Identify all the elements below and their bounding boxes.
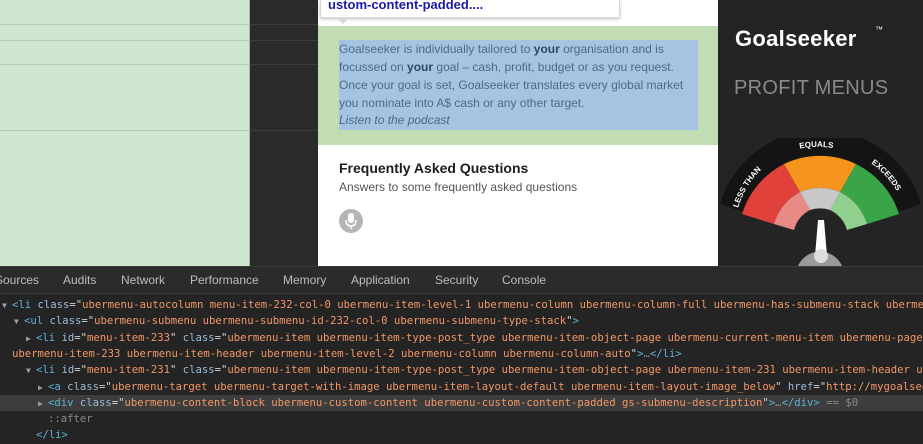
dom-token-pln: =" <box>99 380 112 393</box>
dom-token-attr: id <box>61 331 75 344</box>
dom-token-tag: <a <box>48 380 68 393</box>
inspector-tooltip-text: ustom-content-padded.... <box>328 0 484 12</box>
tab-memory[interactable]: Memory <box>283 273 326 287</box>
dom-token-val: menu-item-233 <box>87 331 170 344</box>
dom-token-tag: <li <box>12 299 38 311</box>
dom-token-val: menu-item-231 <box>87 364 170 377</box>
dom-token-dim: ::after <box>48 413 93 426</box>
dom-node-row[interactable]: ▶ <li id="menu-item-233" class="ubermenu-… <box>0 330 923 346</box>
dom-token-attr: id <box>61 364 75 377</box>
tab-performance[interactable]: Performance <box>190 273 259 287</box>
devtools-panel: Sources Audits Network Performance Memory App… <box>0 266 923 444</box>
dom-token-pln: =" <box>81 315 95 328</box>
inspector-tooltip-arrow <box>336 17 350 24</box>
dom-token-tag: > <box>572 315 579 328</box>
expand-triangle-icon[interactable]: ▶ <box>38 380 48 395</box>
brand-subtitle: PROFIT MENUS <box>734 77 889 99</box>
dom-token-pln: =" <box>69 299 83 311</box>
dark-gridline <box>251 130 318 131</box>
dom-token-pln: =" <box>111 396 125 409</box>
tab-audits[interactable]: Audits <box>63 273 96 287</box>
screen: Goalseeker is individually tailored to y… <box>0 0 923 444</box>
dom-node-row[interactable]: ▼ <li class="ubermenu-autocolumn menu-ite… <box>0 297 923 313</box>
tab-application[interactable]: Application <box>351 273 410 287</box>
dom-token-val: ubermenu-item ubermenu-item-type-post_ty… <box>227 364 923 377</box>
collapse-triangle-icon[interactable]: ▼ <box>26 363 36 378</box>
dom-token-dim: == $0 <box>819 396 859 409</box>
dark-gridline <box>251 64 318 65</box>
dom-token-val: ubermenu-item ubermenu-item-type-post_ty… <box>227 331 923 344</box>
left-content-panel <box>0 0 250 266</box>
dom-token-val: ubermenu-target ubermenu-target-with-ima… <box>111 380 776 393</box>
left-gridline <box>0 24 250 25</box>
dom-node-row[interactable]: ::after <box>0 411 923 427</box>
dom-token-tag: </li> <box>36 429 68 442</box>
microphone-icon <box>339 209 363 233</box>
dom-token-attr: class <box>67 380 100 393</box>
dom-token-pln: " <box>169 331 183 344</box>
dom-node-row[interactable]: ▶ <a class="ubermenu-target ubermenu-targ… <box>0 379 923 395</box>
elements-dom-tree: ▼ <li class="ubermenu-autocolumn menu-ite… <box>0 295 923 444</box>
podcast-link[interactable]: Listen to the podcast <box>339 113 450 127</box>
dom-token-pln: =" <box>74 364 88 377</box>
left-gridline <box>0 130 250 131</box>
dom-token-pln: =" <box>214 364 228 377</box>
trademark-symbol: ™ <box>875 25 883 34</box>
tab-sources[interactable]: Sources <box>0 273 39 287</box>
dom-token-attr: class <box>37 299 70 311</box>
dom-token-attr: class <box>49 315 82 328</box>
dom-token-val: ubermenu-autocolumn menu-item-232-col-0 … <box>82 299 923 311</box>
dom-token-pln: =" <box>74 331 88 344</box>
dom-node-row[interactable]: ▼ <li id="menu-item-231" class="ubermenu-… <box>0 362 923 378</box>
dom-token-attr: class <box>182 364 215 377</box>
left-gridline <box>0 40 250 41</box>
gauge-icon: LESS THAN EQUALS EXCEEDS <box>720 138 921 266</box>
dom-token-val: ubermenu-submenu ubermenu-submenu-id-232… <box>94 315 567 328</box>
dom-token-pln: " <box>775 380 788 393</box>
brand-logo-text: Goalseeker <box>735 26 857 51</box>
dom-token-attr: class <box>182 331 215 344</box>
left-gridline <box>0 64 250 65</box>
dom-token-tag: <ul <box>24 315 50 328</box>
dom-token-pln: =" <box>214 331 228 344</box>
devtools-tab-bar: Sources Audits Network Performance Memory App… <box>0 267 923 294</box>
dom-token-attr: class <box>79 396 112 409</box>
faq-subtitle: Answers to some frequently asked questio… <box>339 180 578 194</box>
description-text: Goalseeker is individually tailored to <box>339 42 534 56</box>
dom-token-tag: <div <box>48 396 80 409</box>
dom-token-val: ubermenu-content-block ubermenu-custom-c… <box>124 396 763 409</box>
collapse-triangle-icon[interactable]: ▼ <box>2 298 12 313</box>
dom-token-val: http://mygoalseeker.com/ <box>826 380 923 393</box>
expand-triangle-icon[interactable]: ▶ <box>38 396 48 411</box>
dom-token-tag: <li <box>36 331 62 344</box>
dark-gridline <box>251 24 318 25</box>
collapse-triangle-icon[interactable]: ▼ <box>14 314 24 329</box>
inspector-tooltip: ustom-content-padded.... <box>320 0 620 18</box>
dom-token-tag: </div> <box>781 396 820 409</box>
expand-triangle-icon[interactable]: ▶ <box>26 331 36 346</box>
description-emphasis: your <box>533 42 560 56</box>
faq-title[interactable]: Frequently Asked Questions <box>339 160 528 176</box>
dark-gridline <box>251 40 318 41</box>
dom-node-row[interactable]: ▼ <ul class="ubermenu-submenu ubermenu-su… <box>0 313 923 329</box>
webpage-viewport: Goalseeker is individually tailored to y… <box>0 0 923 266</box>
dom-node-row[interactable]: ubermenu-item-233 ubermenu-item-header u… <box>0 346 923 362</box>
tab-console[interactable]: Console <box>502 273 546 287</box>
dom-token-tag: </li> <box>649 347 682 360</box>
dark-strip <box>251 0 318 266</box>
dom-token-val: ubermenu-item-233 ubermenu-item-header u… <box>12 347 631 360</box>
dom-node-selected[interactable]: ▶ <div class="ubermenu-content-block uber… <box>0 394 923 411</box>
tab-network[interactable]: Network <box>121 273 165 287</box>
dom-node-row[interactable]: </li> <box>0 427 923 443</box>
dom-token-tag: <li <box>36 364 62 377</box>
dom-token-attr: href <box>787 380 814 393</box>
submenu-description: Goalseeker is individually tailored to y… <box>339 40 701 112</box>
dom-token-pln: =" <box>813 380 827 393</box>
dom-token-pln: " <box>169 364 183 377</box>
tab-security[interactable]: Security <box>435 273 478 287</box>
description-emphasis: your <box>407 60 434 74</box>
